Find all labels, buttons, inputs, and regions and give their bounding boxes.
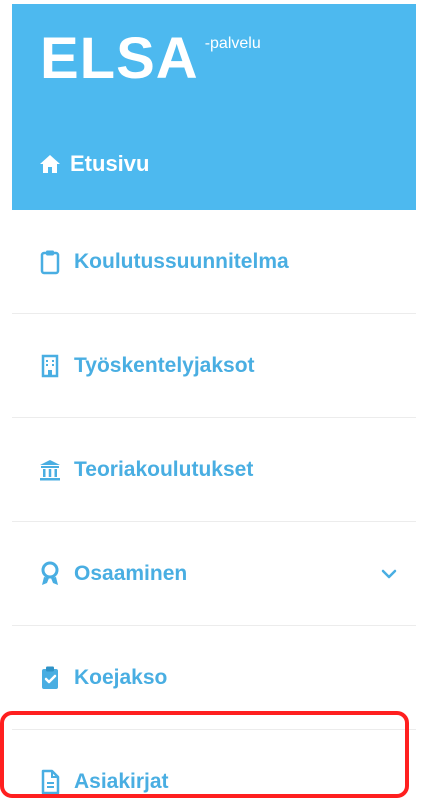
sidebar-item-tyoskentelyjaksot[interactable]: Työskentelyjaksot: [12, 314, 416, 418]
document-icon: [38, 769, 62, 795]
building-icon: [38, 353, 62, 379]
university-icon: [38, 457, 62, 483]
clipboard-check-icon: [38, 665, 62, 691]
sidebar-menu: Koulutussuunnitelma Työskentelyjaksot Te…: [12, 210, 416, 807]
chevron-down-icon[interactable]: [380, 565, 398, 583]
sidebar-item-koejakso[interactable]: Koejakso: [12, 626, 416, 730]
sidebar-item-home[interactable]: Etusivu: [12, 118, 416, 210]
sidebar-item-label: Asiakirjat: [74, 770, 169, 793]
sidebar-item-koulutussuunnitelma[interactable]: Koulutussuunnitelma: [12, 210, 416, 314]
sidebar-item-label: Työskentelyjaksot: [74, 353, 255, 377]
home-icon: [38, 153, 62, 175]
sidebar-item-label: Koejakso: [74, 665, 168, 689]
sidebar-item-label: Teoriakoulutukset: [74, 457, 254, 481]
sidebar-item-label: Etusivu: [70, 151, 150, 176]
sidebar-item-osaaminen[interactable]: Osaaminen: [12, 522, 416, 626]
brand-name: ELSA: [40, 26, 199, 91]
award-icon: [38, 561, 62, 587]
sidebar-item-label: Koulutussuunnitelma: [74, 249, 289, 273]
sidebar-item-teoriakoulutukset[interactable]: Teoriakoulutukset: [12, 418, 416, 522]
brand-suffix: -palvelu: [204, 35, 261, 52]
app-frame: ELSA -palvelu Etusivu Koulutussuunnitelm…: [0, 0, 421, 807]
sidebar-item-asiakirjat[interactable]: Asiakirjat: [12, 730, 416, 807]
brand-logo[interactable]: ELSA -palvelu: [40, 30, 261, 88]
clipboard-icon: [38, 249, 62, 275]
sidebar-item-label: Osaaminen: [74, 561, 188, 585]
